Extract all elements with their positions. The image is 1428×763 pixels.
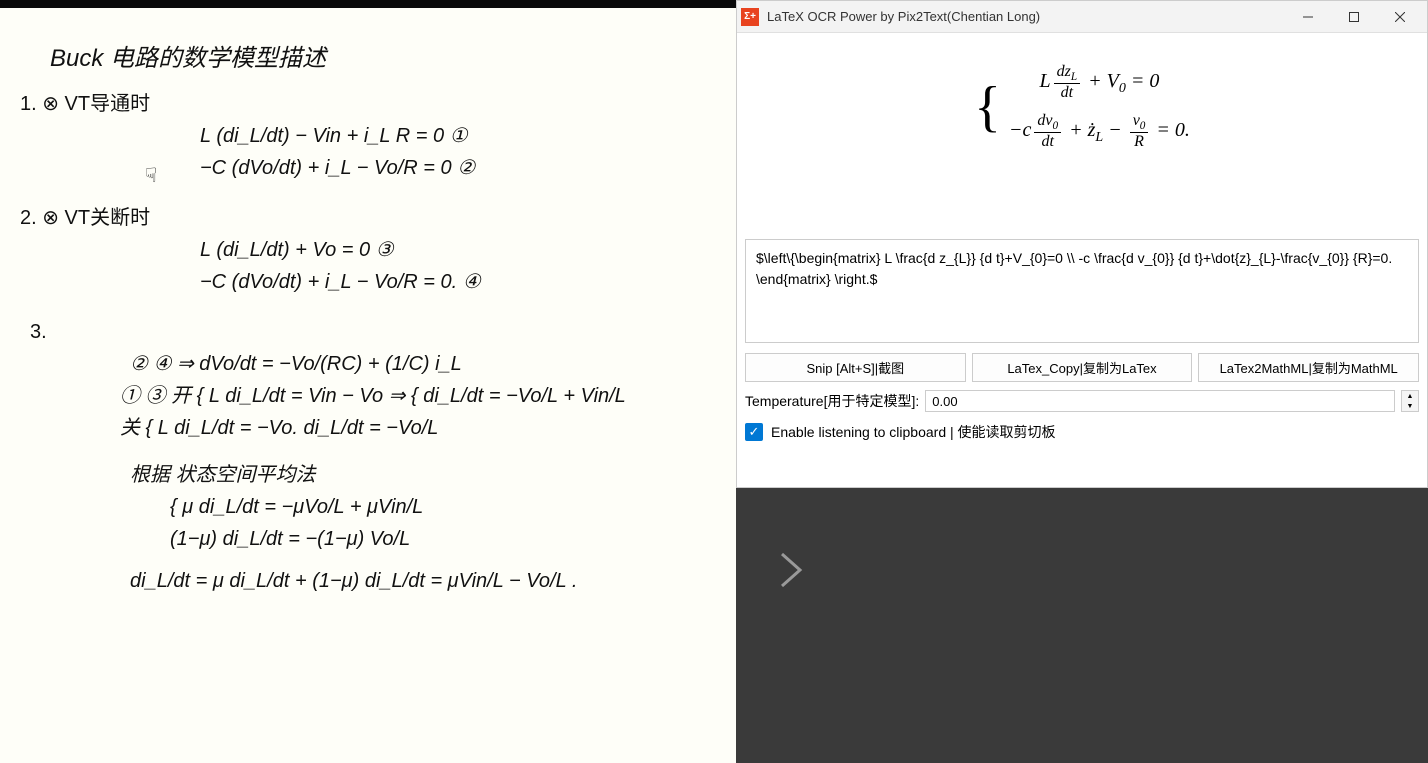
temperature-input[interactable] bbox=[925, 390, 1395, 412]
s3-line4: 根据 状态空间平均法 bbox=[130, 459, 726, 491]
cursor-hand-icon: ☟ bbox=[145, 163, 157, 188]
checkbox-label: Enable listening to clipboard | 使能读取剪切板 bbox=[771, 422, 1056, 442]
math-block: { LdzLdt + V0 = 0 −cdv0dt + żL − v0R = 0… bbox=[974, 63, 1190, 151]
section-2: 2. ⊗ VT关断时 L (di_L/dt) + Vo = 0 ③ −C (dV… bbox=[20, 202, 726, 298]
snip-button[interactable]: Snip [Alt+S]|截图 bbox=[745, 353, 966, 382]
checkbox-row: ✓ Enable listening to clipboard | 使能读取剪切… bbox=[737, 416, 1427, 452]
ocr-app-window: Σ+ LaTeX OCR Power by Pix2Text(Chentian … bbox=[736, 0, 1428, 488]
window-controls bbox=[1285, 1, 1423, 33]
s1-eq1: L (di_L/dt) − Vin + i_L R = 0 ① bbox=[200, 120, 726, 152]
chevron-right-icon[interactable] bbox=[776, 548, 808, 602]
section1-label: 1. ⊗ VT导通时 bbox=[20, 93, 150, 115]
s3-line1: ② ④ ⇒ dVo/dt = −Vo/(RC) + (1/C) i_L bbox=[130, 348, 726, 380]
close-button[interactable] bbox=[1377, 1, 1423, 33]
notes-panel: Buck 电路的数学模型描述 1. ⊗ VT导通时 L (di_L/dt) − … bbox=[0, 0, 736, 763]
temperature-row: Temperature[用于特定模型]: ▲ ▼ bbox=[737, 386, 1427, 416]
temperature-label: Temperature[用于特定模型]: bbox=[745, 391, 919, 411]
latex-source-textarea[interactable]: $\left\{\begin{matrix} L \frac{d z_{L}} … bbox=[745, 239, 1419, 343]
math-preview-area: { LdzLdt + V0 = 0 −cdv0dt + żL − v0R = 0… bbox=[737, 33, 1427, 233]
window-title: LaTeX OCR Power by Pix2Text(Chentian Lon… bbox=[767, 9, 1285, 24]
math-rows: LdzLdt + V0 = 0 −cdv0dt + żL − v0R = 0. bbox=[1009, 63, 1190, 151]
math-row-2: −cdv0dt + żL − v0R = 0. bbox=[1009, 112, 1190, 151]
section-1: 1. ⊗ VT导通时 L (di_L/dt) − Vin + i_L R = 0… bbox=[20, 88, 726, 184]
latex-copy-button[interactable]: LaTex_Copy|复制为LaTex bbox=[972, 353, 1193, 382]
clipboard-checkbox[interactable]: ✓ bbox=[745, 423, 763, 441]
s3-line5: { μ di_L/dt = −μVo/L + μVin/L bbox=[170, 491, 726, 523]
s2-eq2: −C (dVo/dt) + i_L − Vo/R = 0. ④ bbox=[200, 266, 726, 298]
notes-title: Buck 电路的数学模型描述 bbox=[50, 38, 726, 73]
left-brace-icon: { bbox=[974, 75, 1001, 139]
minimize-button[interactable] bbox=[1285, 1, 1331, 33]
s1-eq2: −C (dVo/dt) + i_L − Vo/R = 0 ② bbox=[200, 152, 726, 184]
button-row: Snip [Alt+S]|截图 LaTex_Copy|复制为LaTex LaTe… bbox=[737, 349, 1427, 386]
titlebar: Σ+ LaTeX OCR Power by Pix2Text(Chentian … bbox=[737, 1, 1427, 33]
right-side: Σ+ LaTeX OCR Power by Pix2Text(Chentian … bbox=[736, 0, 1428, 763]
math-row-1: LdzLdt + V0 = 0 bbox=[1009, 63, 1190, 102]
spinner-up-icon[interactable]: ▲ bbox=[1402, 391, 1418, 401]
s3-line2: ① ③ 开 { L di_L/dt = Vin − Vo ⇒ { di_L/dt… bbox=[120, 380, 726, 412]
section2-label: 2. ⊗ VT关断时 bbox=[20, 207, 150, 229]
handwritten-area: Buck 电路的数学模型描述 1. ⊗ VT导通时 L (di_L/dt) − … bbox=[0, 0, 736, 763]
app-icon: Σ+ bbox=[741, 8, 759, 26]
s3-line3: 关 { L di_L/dt = −Vo. di_L/dt = −Vo/L bbox=[120, 412, 726, 444]
mathml-button[interactable]: LaTex2MathML|复制为MathML bbox=[1198, 353, 1419, 382]
temperature-spinner: ▲ ▼ bbox=[1401, 390, 1419, 412]
section-3: 3. ② ④ ⇒ dVo/dt = −Vo/(RC) + (1/C) i_L ①… bbox=[30, 316, 726, 597]
maximize-button[interactable] bbox=[1331, 1, 1377, 33]
s2-eq1: L (di_L/dt) + Vo = 0 ③ bbox=[200, 234, 726, 266]
s3-line6: (1−μ) di_L/dt = −(1−μ) Vo/L bbox=[170, 523, 726, 555]
s3-line7: di_L/dt = μ di_L/dt + (1−μ) di_L/dt = μV… bbox=[130, 565, 726, 597]
bottom-dark-area bbox=[736, 488, 1428, 763]
section3-label: 3. bbox=[30, 321, 47, 343]
spinner-down-icon[interactable]: ▼ bbox=[1402, 401, 1418, 411]
